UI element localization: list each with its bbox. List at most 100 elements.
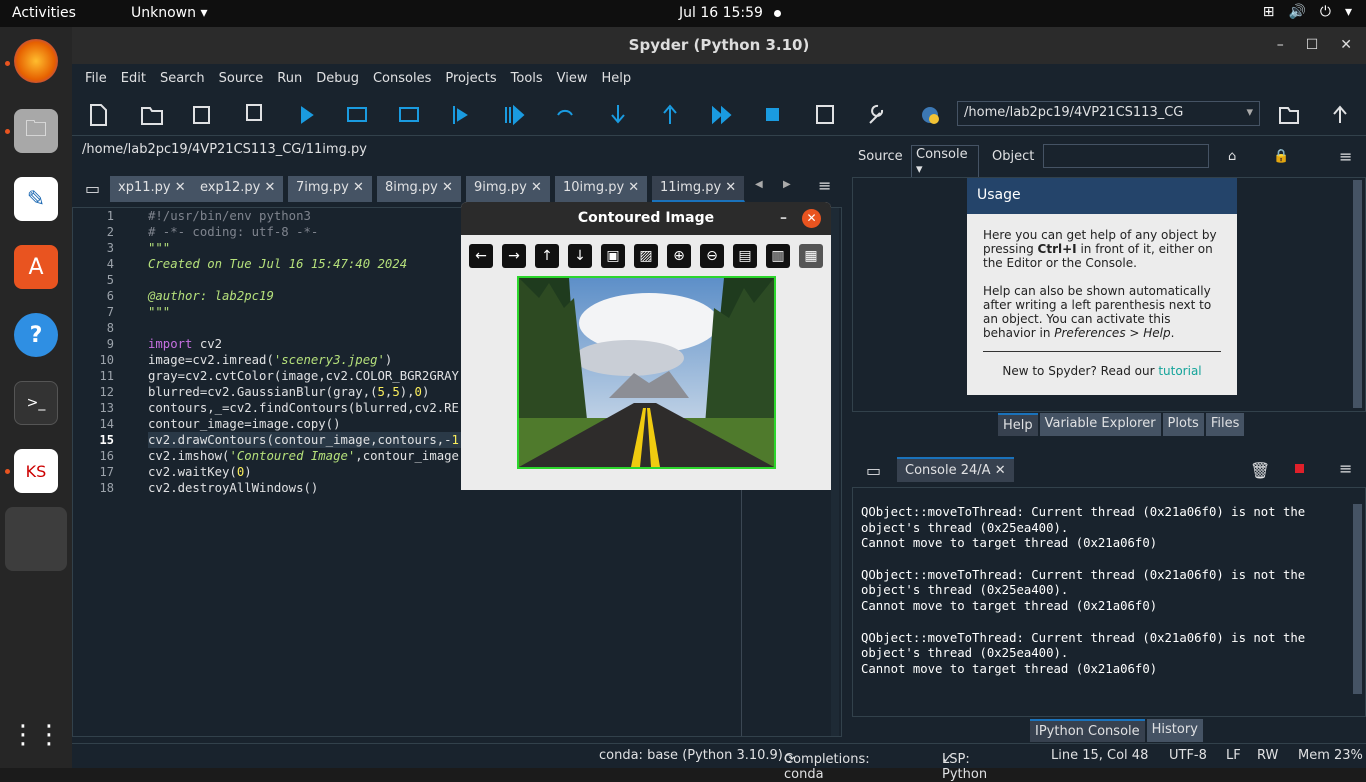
menu-file[interactable]: File — [85, 71, 107, 86]
parent-dir-icon — [1333, 105, 1347, 123]
object-input[interactable] — [1043, 144, 1209, 168]
minimize-icon[interactable]: – — [780, 202, 787, 235]
menu-view[interactable]: View — [557, 71, 588, 86]
close-icon[interactable]: ✕ — [1340, 27, 1352, 64]
help-icon[interactable]: ? — [14, 313, 58, 357]
clock[interactable]: Jul 16 15:59 — [679, 5, 763, 21]
source-select[interactable]: Console ▾ — [911, 145, 979, 179]
preferences-icon — [869, 104, 884, 124]
tab-10img[interactable]: 10img.py ✕ — [555, 176, 649, 202]
menu-edit[interactable]: Edit — [121, 71, 146, 86]
arrow-left-icon[interactable]: ← — [469, 244, 493, 268]
tab-xp11[interactable]: xp11.py ✕ — [110, 176, 195, 202]
system-tray[interactable]: ⊞ 🔊 ⏻ ▾ — [1263, 4, 1352, 20]
scroll-tabs-right-icon[interactable]: ▶ — [783, 179, 791, 190]
tab-ipython-console[interactable]: IPython Console — [1030, 719, 1145, 742]
lock-icon[interactable]: 🔒 — [1273, 149, 1289, 164]
app-grid-icon[interactable]: ⋮⋮ — [10, 713, 62, 757]
menu-run[interactable]: Run — [277, 71, 302, 86]
tab-8img[interactable]: 8img.py ✕ — [377, 176, 462, 202]
window-titlebar: Spyder (Python 3.10) – ☐ ✕ — [72, 27, 1366, 64]
step-return-icon — [663, 104, 677, 124]
arrow-down-icon[interactable]: ↓ — [568, 244, 592, 268]
source-value: Console — [916, 147, 968, 162]
browse-consoles-icon[interactable]: ▭ — [866, 461, 881, 480]
tab-plots[interactable]: Plots — [1162, 413, 1204, 436]
console-line: object's thread (0x25ea400). — [861, 646, 1069, 661]
tab-11img[interactable]: 11img.py ✕ — [652, 176, 746, 202]
kolourpaint-icon[interactable]: KS — [14, 449, 58, 493]
tab-exp12[interactable]: exp12.py ✕ — [192, 176, 285, 202]
line-number: 1 — [106, 209, 114, 223]
network-icon[interactable]: ⊞ — [1263, 4, 1275, 20]
zoom-original-icon[interactable]: ▨ — [634, 244, 658, 268]
tab-files[interactable]: Files — [1205, 413, 1245, 436]
menu-tools[interactable]: Tools — [511, 71, 543, 86]
arrow-up-icon[interactable]: ↑ — [535, 244, 559, 268]
volume-icon[interactable]: 🔊 — [1288, 4, 1305, 20]
console-options-icon[interactable]: ≡ — [1339, 459, 1352, 478]
step-icon — [557, 109, 573, 116]
terminal-icon[interactable]: >_ — [14, 381, 58, 425]
menu-projects[interactable]: Projects — [445, 71, 496, 86]
arrow-right-icon[interactable]: → — [502, 244, 526, 268]
contoured-image-window[interactable]: Contoured Image – ✕ ← → ↑ ↓ ▣ ▨ ⊕ ⊖ ▤ ▥ … — [461, 202, 831, 490]
zoom-in-icon[interactable]: ⊕ — [667, 244, 691, 268]
home-icon[interactable]: ⌂ — [1228, 149, 1236, 164]
browse-tabs-icon[interactable]: ▭ — [85, 179, 100, 198]
software-center-icon[interactable]: A — [14, 245, 58, 289]
menu-source[interactable]: Source — [219, 71, 264, 86]
tab-label: 10img.py — [563, 180, 625, 195]
power-icon[interactable]: ⏻ — [1320, 4, 1331, 20]
help-scrollbar[interactable] — [1353, 180, 1362, 408]
tab-7img[interactable]: 7img.py ✕ — [288, 176, 373, 202]
code-token: cv2 — [192, 337, 223, 351]
status-lsp: LSP: Python — [942, 752, 988, 782]
close-icon[interactable]: ✕ — [802, 209, 821, 228]
code-token: contour_image=image.copy() — [148, 417, 341, 431]
chevron-down-icon[interactable]: ▾ — [1246, 105, 1253, 120]
tab-history[interactable]: History — [1146, 719, 1203, 742]
working-directory-input[interactable]: /home/lab2pc19/4VP21CS113_CG ▾ — [957, 101, 1260, 126]
console-scrollbar[interactable] — [1353, 504, 1362, 694]
tab-9img[interactable]: 9img.py ✕ — [466, 176, 551, 202]
tab-variable-explorer[interactable]: Variable Explorer — [1039, 413, 1161, 436]
properties-icon[interactable]: ▥ — [766, 244, 790, 268]
menu-help[interactable]: Help — [602, 71, 632, 86]
save-icon[interactable]: ▤ — [733, 244, 757, 268]
console-tab[interactable]: Console 24/A ✕ — [897, 457, 1014, 482]
zoom-out-icon[interactable]: ⊖ — [700, 244, 724, 268]
firefox-icon[interactable] — [14, 39, 58, 83]
expand-icon[interactable]: ▦ — [799, 244, 823, 268]
tab-help[interactable]: Help — [998, 413, 1038, 436]
files-icon[interactable]: 🗀 — [14, 109, 58, 153]
editor-filepath: /home/lab2pc19/4VP21CS113_CG/11img.py — [82, 142, 367, 157]
line-number: 5 — [106, 273, 114, 287]
maximize-icon[interactable]: ☐ — [1306, 27, 1319, 64]
chevron-down-icon[interactable]: ▾ — [1345, 4, 1352, 20]
clear-console-icon[interactable]: 🗑 — [1250, 461, 1270, 480]
zoom-fit-icon[interactable]: ▣ — [601, 244, 625, 268]
code-token: 5 — [392, 385, 400, 399]
editor-scrollbar[interactable] — [831, 208, 839, 736]
menu-search[interactable]: Search — [160, 71, 205, 86]
save-icon — [193, 106, 210, 124]
tutorial-link[interactable]: tutorial — [1158, 364, 1201, 378]
shortcut: Ctrl+I — [1037, 242, 1077, 256]
interrupt-kernel-icon[interactable] — [1295, 464, 1304, 473]
editor-options-icon[interactable]: ≡ — [818, 176, 831, 195]
run-cell-advance-icon — [399, 107, 419, 122]
menu-consoles[interactable]: Consoles — [373, 71, 431, 86]
activities-button[interactable]: Activities — [12, 5, 76, 21]
help-options-icon[interactable]: ≡ — [1339, 147, 1352, 166]
writer-icon[interactable]: ✎ — [14, 177, 58, 221]
scroll-tabs-left-icon[interactable]: ◀ — [755, 179, 763, 190]
app-menu[interactable]: Unknown ▾ — [131, 5, 207, 21]
spyder-dock-item[interactable] — [5, 507, 67, 571]
menu-debug[interactable]: Debug — [316, 71, 359, 86]
minimize-icon[interactable]: – — [1277, 27, 1284, 64]
help-content: Usage Here you can get help of any objec… — [852, 177, 1366, 412]
app-name: Unknown — [131, 5, 196, 21]
console-output[interactable]: QObject::moveToThread: Current thread (0… — [852, 487, 1366, 717]
tab-label: 7img.py — [296, 180, 349, 195]
